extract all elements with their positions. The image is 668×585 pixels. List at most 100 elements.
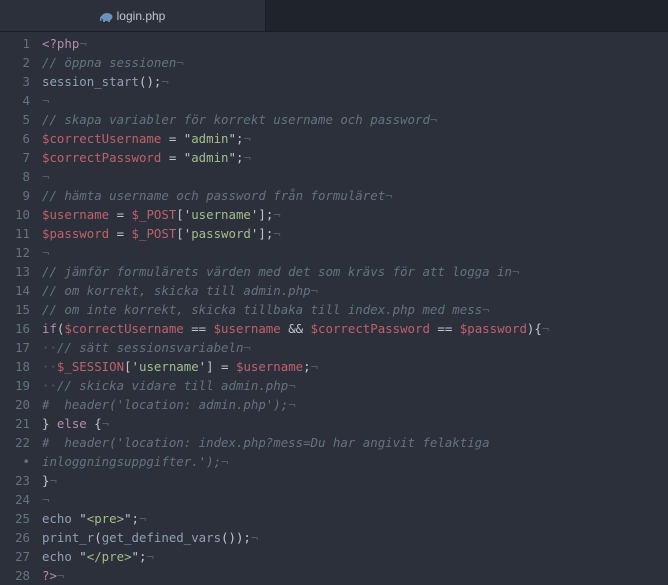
code-line[interactable]: 5 // skapa variabler för korrekt username… [0,110,668,129]
code-text: ?>¬ [42,566,64,585]
code-token: ']; [250,207,274,222]
code-token: $correctUsername [64,321,184,336]
code-token: username [191,207,251,222]
code-token: ·· [42,340,57,355]
code-token: "; [228,131,244,146]
code-text: print_r(get_defined_vars());¬ [42,528,258,547]
tab-login-php[interactable]: login.php [0,0,266,31]
code-line[interactable]: 12 ¬ [0,243,668,262]
code-text: ¬ [42,167,49,186]
code-token: ¬ [243,340,251,355]
code-line[interactable]: 13 // jämför formulärets värden med det s… [0,262,668,281]
code-token: ']; [250,226,274,241]
code-text: ¬ [42,490,49,509]
code-text: // skapa variabler för korrekt username … [42,110,437,129]
code-token: <?php [42,36,80,51]
code-text: ··// skicka vidare till admin.php¬ [42,376,296,395]
code-token: $username [235,359,304,374]
code-line[interactable]: 18 ··$_SESSION['username'] = $username;¬ [0,357,668,376]
code-line[interactable]: • inloggningsuppgifter.');¬ [0,452,668,471]
code-token: && [280,321,311,336]
code-editor[interactable]: 1 <?php¬ 2// öppna sessionen¬ 3 session_star… [0,32,668,585]
code-token: ·· [42,359,57,374]
code-token: == [183,321,214,336]
code-token: print_r [42,530,95,545]
code-token: = [109,207,132,222]
code-token: ¬ [79,36,87,51]
code-line[interactable]: 11 $password = $_POST['password'];¬ [0,224,668,243]
code-text: $correctPassword = "admin";¬ [42,148,251,167]
code-token: = [161,131,184,146]
code-line[interactable]: 21} else {¬ [0,414,668,433]
code-line[interactable]: 10 $username = $_POST['username'];¬ [0,205,668,224]
code-token: # header('location: index.php?mess=Du ha… [42,435,490,450]
code-token: password [191,226,251,241]
code-line[interactable]: 25 echo "<pre>";¬ [0,509,668,528]
code-token: get_defined_vars [101,530,222,545]
code-token: $password [42,226,110,241]
code-token: == [429,321,460,336]
code-line[interactable]: 23}¬ [0,471,668,490]
code-token: if [42,321,57,336]
code-token: session_start [42,74,139,89]
line-number: 8 [22,169,30,184]
code-token: ¬ [101,416,110,431]
code-token: </pre> [86,549,132,564]
code-token: ?> [42,568,57,583]
code-token: ¬ [49,473,57,488]
code-line[interactable]: 19 ··// skicka vidare till admin.php¬ [0,376,668,395]
line-number: 1 [22,36,30,51]
code-token: ¬ [273,207,281,222]
code-token: = [161,150,184,165]
code-line[interactable]: 17 ··// sätt sessionsvariabeln¬ [0,338,668,357]
code-text: // om korrekt, skicka till admin.php¬ [42,281,318,300]
line-number: • [22,454,30,469]
code-token: username [138,359,199,374]
code-line[interactable]: 2 // öppna sessionen¬ [0,53,668,72]
code-line[interactable]: 14 // om korrekt, skicka till admin.php¬ [0,281,668,300]
line-number: 21 [15,416,30,431]
code-line[interactable]: 7 $correctPassword = "admin";¬ [0,148,668,167]
code-text: echo "</pre>";¬ [42,547,154,566]
code-token: admin [191,150,229,165]
code-token: = [109,226,132,241]
code-line[interactable]: 1 <?php¬ [0,34,668,53]
code-token: "; [131,549,147,564]
code-line[interactable]: 28 ?>¬ [0,566,668,585]
code-token: ¬ [56,568,65,583]
code-token: ¬ [273,226,281,241]
code-line[interactable]: 16 if($correctUsername == $username && $c… [0,319,668,338]
code-token: [' [176,207,192,222]
code-line[interactable]: 20 # header('location: admin.php');¬ [0,395,668,414]
code-text: // hämta username och password från form… [42,186,393,205]
code-line[interactable]: 24 ¬ [0,490,668,509]
code-line[interactable]: 8 ¬ [0,167,668,186]
code-token: $correctPassword [310,321,430,336]
line-number: 14 [15,283,30,298]
line-number: 25 [15,511,30,526]
code-token: ¬ [541,321,550,336]
code-token: ¬ [243,150,251,165]
code-token: ¬ [243,131,251,146]
code-token: // hämta username och password från form… [42,188,386,203]
code-token: ¬ [146,549,154,564]
code-token: $username [42,207,110,222]
code-line[interactable]: 9 // hämta username och password från for… [0,186,668,205]
code-line[interactable]: 3 session_start();¬ [0,72,668,91]
code-line[interactable]: 6 $correctUsername = "admin";¬ [0,129,668,148]
code-line[interactable]: 4 ¬ [0,91,668,110]
code-line[interactable]: 27 echo "</pre>";¬ [0,547,668,566]
code-token: ¬ [288,378,296,393]
line-number: 5 [22,112,30,127]
code-token: inloggningsuppgifter.'); [42,454,222,469]
code-token: // om korrekt, skicka till admin.php [42,283,311,298]
code-line[interactable]: 26 print_r(get_defined_vars());¬ [0,528,668,547]
code-token: ¬ [221,454,229,469]
line-number: 23 [15,473,30,488]
code-line[interactable]: 22 # header('location: index.php?mess=Du … [0,433,668,452]
code-line[interactable]: 15 // om inte korrekt, skicka tillbaka ti… [0,300,668,319]
code-token: " [71,549,87,564]
code-token: $correctPassword [42,150,162,165]
code-token: echo [42,511,72,526]
code-token: ¬ [42,245,50,260]
